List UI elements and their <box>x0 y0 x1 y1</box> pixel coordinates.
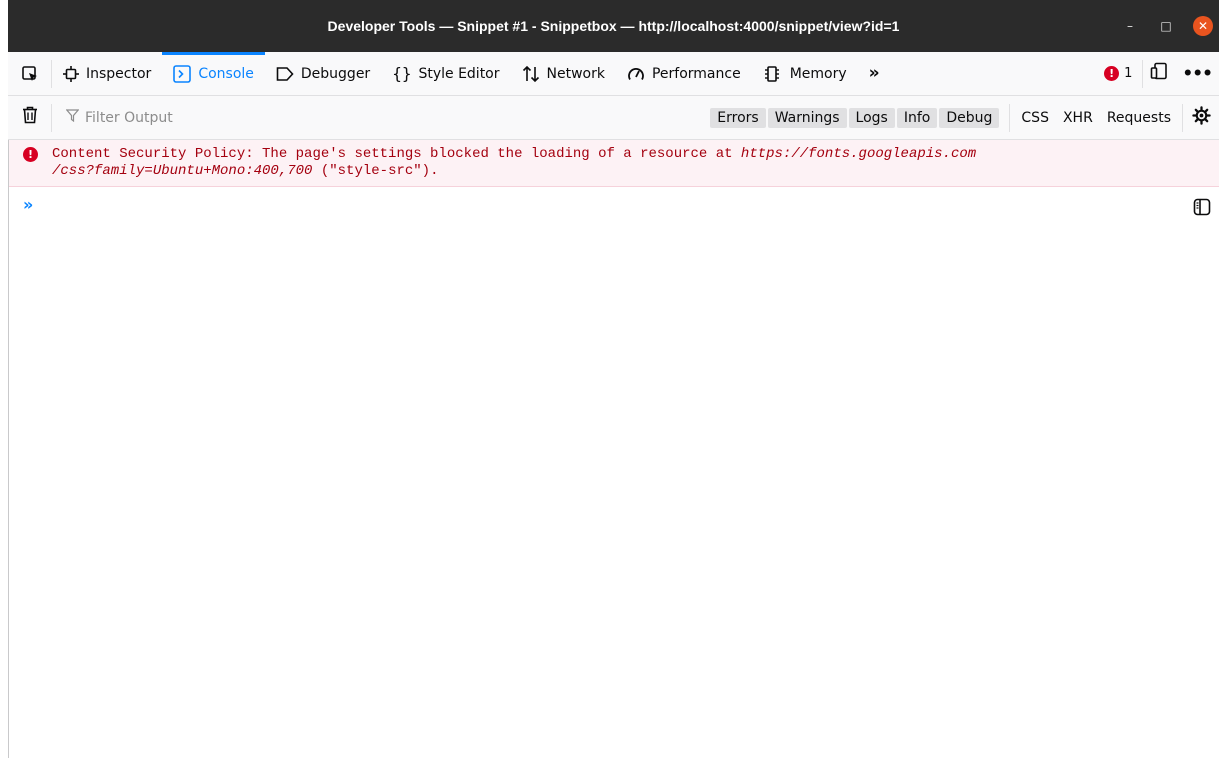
console-settings-button[interactable] <box>1183 105 1219 130</box>
tab-label: Style Editor <box>418 65 500 82</box>
tab-performance[interactable]: Performance <box>616 52 752 96</box>
sidebar-toggle-icon <box>1193 198 1211 216</box>
tab-inspector[interactable]: Inspector <box>52 52 162 96</box>
network-icon <box>522 65 540 83</box>
error-icon: ! <box>23 147 38 162</box>
double-chevron-right-icon: » <box>868 63 880 83</box>
tab-label: Inspector <box>86 65 152 82</box>
console-icon <box>173 64 192 83</box>
gear-icon <box>1191 105 1211 130</box>
trash-icon <box>22 106 38 129</box>
tab-label: Console <box>198 65 254 82</box>
filter-css-button[interactable]: CSS <box>1014 108 1056 128</box>
filter-xhr-button[interactable]: XHR <box>1056 108 1100 128</box>
filter-info-button[interactable]: Info <box>896 107 938 128</box>
filter-logs-button[interactable]: Logs <box>848 107 895 128</box>
filter-requests-button[interactable]: Requests <box>1100 108 1178 128</box>
element-picker-button[interactable] <box>8 59 52 88</box>
devtools-toolbar: Inspector Console Debugger {} Style Edit… <box>8 51 1219 96</box>
message-url-continued[interactable]: /css?family=Ubuntu+Mono:400,700 <box>52 163 312 179</box>
options-menu-button[interactable]: ••• <box>1175 52 1219 96</box>
log-level-filters: Errors Warnings Logs Info Debug <box>710 103 1011 132</box>
style-editor-icon: {} <box>392 63 412 83</box>
performance-icon <box>627 65 645 83</box>
inspector-icon <box>63 65 79 82</box>
responsive-design-icon <box>1150 62 1168 85</box>
console-filter-bar: Errors Warnings Logs Info Debug CSS XHR … <box>8 96 1219 140</box>
filter-output-input[interactable] <box>85 109 385 126</box>
more-tools-button[interactable]: » <box>858 52 891 96</box>
tab-label: Debugger <box>300 65 371 82</box>
request-type-filters: CSS XHR Requests <box>1010 103 1183 132</box>
clear-console-button[interactable] <box>8 103 52 132</box>
tab-style-editor[interactable]: {} Style Editor <box>381 52 510 96</box>
filter-warnings-button[interactable]: Warnings <box>767 107 847 128</box>
tab-label: Network <box>546 65 605 82</box>
filter-errors-button[interactable]: Errors <box>710 107 766 128</box>
window-titlebar: Developer Tools — Snippet #1 - Snippetbo… <box>8 0 1219 52</box>
prompt-chevron-icon: » <box>23 195 34 214</box>
responsive-design-button[interactable] <box>1143 52 1175 96</box>
error-icon: ! <box>1104 66 1120 81</box>
maximize-button[interactable]: □ <box>1157 17 1175 35</box>
memory-icon <box>763 65 783 83</box>
error-count-button[interactable]: ! 1 <box>1094 59 1144 88</box>
ellipsis-icon: ••• <box>1182 63 1213 84</box>
tab-console[interactable]: Console <box>162 51 265 96</box>
debugger-icon <box>276 66 294 82</box>
tab-label: Performance <box>651 65 741 82</box>
close-button[interactable]: ✕ <box>1193 16 1213 36</box>
message-text: Content Security Policy: The page's sett… <box>52 146 741 162</box>
window-controls: – □ ✕ <box>1121 0 1213 52</box>
console-input-row[interactable]: » <box>9 187 1219 222</box>
message-body: Content Security Policy: The page's sett… <box>52 146 976 180</box>
console-output: ! Content Security Policy: The page's se… <box>8 140 1219 758</box>
minimize-button[interactable]: – <box>1121 17 1139 35</box>
message-url[interactable]: https://fonts.googleapis.com <box>741 146 976 162</box>
console-error-message[interactable]: ! Content Security Policy: The page's se… <box>9 140 1219 187</box>
element-picker-icon <box>21 65 39 83</box>
filter-debug-button[interactable]: Debug <box>939 107 1000 128</box>
filter-icon <box>65 109 80 126</box>
message-suffix: ("style-src"). <box>312 163 439 179</box>
editor-mode-toggle-button[interactable] <box>1193 198 1211 220</box>
error-count: 1 <box>1124 66 1133 81</box>
tab-debugger[interactable]: Debugger <box>265 52 381 96</box>
tab-network[interactable]: Network <box>511 52 616 96</box>
tab-label: Memory <box>789 65 847 82</box>
tab-memory[interactable]: Memory <box>752 52 858 96</box>
filter-output-field <box>52 104 710 132</box>
window-title: Developer Tools — Snippet #1 - Snippetbo… <box>327 18 900 34</box>
